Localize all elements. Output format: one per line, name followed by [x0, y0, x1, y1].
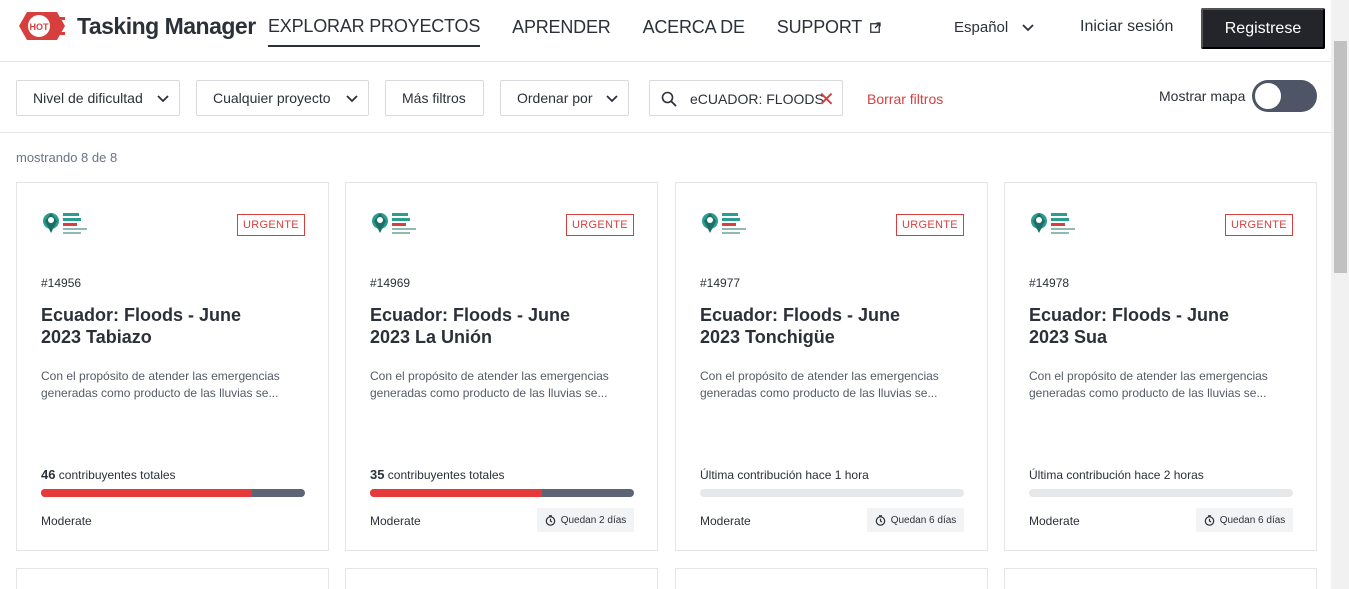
project-description: Con el propósito de atender las emergenc…	[1029, 369, 1268, 400]
project-description: Con el propósito de atender las emergenc…	[41, 369, 280, 400]
difficulty-dropdown[interactable]: Nivel de dificultad	[16, 80, 180, 116]
chevron-down-icon	[346, 95, 358, 103]
show-map-toggle[interactable]	[1252, 80, 1317, 112]
days-left-badge: Quedan 6 días	[867, 508, 964, 532]
toggle-knob	[1254, 82, 1282, 110]
progress-bar	[41, 489, 305, 497]
project-id: #14977	[700, 276, 741, 290]
hot-logo-icon: HOT	[19, 12, 65, 40]
login-link[interactable]: Iniciar sesión	[1080, 18, 1173, 36]
more-filters-label: Más filtros	[402, 90, 466, 106]
contribution-text: contribuyentes totales	[55, 468, 176, 482]
project-type-label: Cualquier proyecto	[213, 90, 331, 106]
difficulty-level: Moderate	[700, 514, 751, 528]
days-left-badge: Quedan 6 días	[1196, 508, 1293, 532]
top-navbar: HOT Tasking Manager EXPLORAR PROYECTOS A…	[0, 0, 1331, 62]
organization-logo-icon	[1031, 213, 1075, 234]
organization-logo-icon	[702, 213, 746, 234]
difficulty-label: Nivel de dificultad	[33, 90, 143, 106]
register-button[interactable]: Registrese	[1201, 8, 1325, 49]
urgent-badge: URGENTE	[1225, 214, 1293, 236]
project-card-partial[interactable]	[345, 568, 658, 589]
contribution-text: contribuyentes totales	[384, 468, 505, 482]
project-title[interactable]: Ecuador: Floods - June 2023 Tabiazo	[41, 304, 281, 348]
chevron-down-icon	[1022, 23, 1034, 31]
contribution-stat: 35 contribuyentes totales	[370, 467, 505, 482]
nav-support-label: SUPPORT	[776, 17, 863, 37]
nav-about[interactable]: ACERCA DE	[643, 16, 745, 47]
clock-icon	[545, 514, 555, 526]
project-description: Con el propósito de atender las emergenc…	[370, 369, 609, 400]
contribution-stat: Última contribución hace 1 hora	[700, 467, 869, 482]
contribution-stat: Última contribución hace 2 horas	[1029, 467, 1204, 482]
language-label: Español	[954, 19, 1009, 36]
days-left-text: Quedan 6 días	[890, 514, 957, 526]
nav-learn[interactable]: APRENDER	[512, 16, 611, 47]
project-id: #14969	[370, 276, 411, 290]
logo-text: Tasking Manager	[77, 12, 256, 39]
project-card[interactable]: URGENTE #14977 Ecuador: Floods - June 20…	[675, 182, 988, 551]
project-card[interactable]: URGENTE #14978 Ecuador: Floods - June 20…	[1004, 182, 1317, 551]
project-id: #14978	[1029, 276, 1070, 290]
chevron-down-icon	[157, 95, 169, 103]
difficulty-level: Moderate	[41, 514, 92, 528]
contributors-count: 46	[41, 467, 56, 482]
project-description: Con el propósito de atender las emergenc…	[700, 369, 939, 400]
organization-logo-icon	[43, 213, 87, 234]
page-scrollbar[interactable]	[1331, 0, 1349, 589]
urgent-badge: URGENTE	[566, 214, 634, 236]
clear-search-icon[interactable]: ✕	[818, 87, 835, 112]
filter-bar: Nivel de dificultad Cualquier proyecto M…	[0, 63, 1331, 133]
clock-icon	[1204, 514, 1214, 526]
progress-fill	[370, 489, 542, 497]
progress-bar	[1029, 489, 1293, 497]
urgent-badge: URGENTE	[237, 214, 305, 236]
days-left-text: Quedan 6 días	[1219, 514, 1286, 526]
project-title[interactable]: Ecuador: Floods - June 2023 Tonchigüe	[700, 304, 940, 348]
nav-support[interactable]: SUPPORT	[777, 16, 881, 47]
results-count: mostrando 8 de 8	[16, 150, 118, 165]
contributors-count: 35	[370, 467, 385, 482]
days-left-text: Quedan 2 días	[560, 514, 627, 526]
logo-badge-text: HOT	[30, 22, 50, 32]
urgent-badge: URGENTE	[896, 214, 964, 236]
project-title[interactable]: Ecuador: Floods - June 2023 Sua	[1029, 304, 1269, 348]
nav-explore-projects[interactable]: EXPLORAR PROYECTOS	[268, 16, 480, 47]
sort-dropdown[interactable]: Ordenar por	[500, 80, 629, 116]
contribution-text: Última contribución hace 2 horas	[1029, 468, 1204, 482]
site-logo[interactable]: HOT Tasking Manager	[17, 10, 256, 42]
search-box[interactable]: eCUADOR: FLOODS ✕	[649, 80, 843, 116]
project-card[interactable]: URGENTE #14956 Ecuador: Floods - June 20…	[16, 182, 329, 551]
contribution-text: Última contribución hace 1 hora	[700, 468, 869, 482]
project-card-partial[interactable]	[1004, 568, 1317, 589]
scrollbar-thumb[interactable]	[1334, 41, 1347, 273]
external-link-icon	[870, 22, 881, 33]
contribution-stat: 46 contribuyentes totales	[41, 467, 176, 482]
clear-filters-link[interactable]: Borrar filtros	[867, 91, 943, 107]
project-card-partial[interactable]	[675, 568, 988, 589]
more-filters-button[interactable]: Más filtros	[385, 80, 484, 116]
search-icon	[661, 91, 677, 107]
project-title[interactable]: Ecuador: Floods - June 2023 La Unión	[370, 304, 610, 348]
difficulty-level: Moderate	[370, 514, 421, 528]
progress-bar	[700, 489, 964, 497]
show-map-label: Mostrar mapa	[1159, 88, 1246, 104]
main-nav: EXPLORAR PROYECTOS APRENDER ACERCA DE SU…	[268, 16, 913, 47]
organization-logo-icon	[372, 213, 416, 234]
sort-label: Ordenar por	[517, 90, 593, 106]
project-id: #14956	[41, 276, 82, 290]
chevron-down-icon	[606, 95, 618, 103]
progress-fill	[41, 489, 253, 497]
difficulty-level: Moderate	[1029, 514, 1080, 528]
project-type-dropdown[interactable]: Cualquier proyecto	[196, 80, 369, 116]
clock-icon	[875, 514, 885, 526]
days-left-badge: Quedan 2 días	[537, 508, 634, 532]
language-selector[interactable]: Español	[954, 19, 1034, 36]
project-card-partial[interactable]	[16, 568, 329, 589]
search-input[interactable]: eCUADOR: FLOODS	[690, 91, 826, 107]
progress-bar	[370, 489, 634, 497]
project-card[interactable]: URGENTE #14969 Ecuador: Floods - June 20…	[345, 182, 658, 551]
